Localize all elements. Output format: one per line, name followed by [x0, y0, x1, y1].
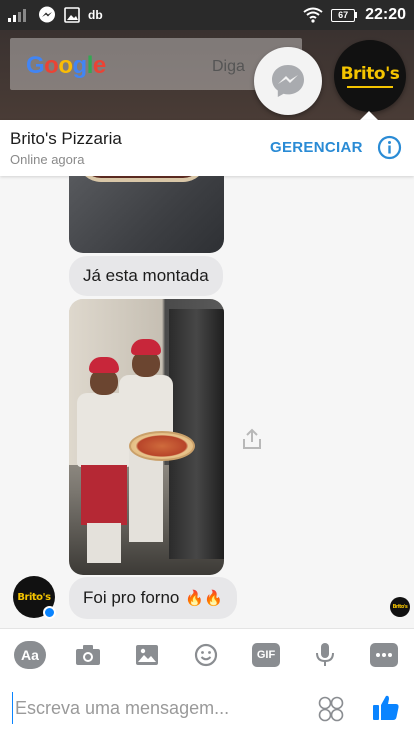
- manage-button[interactable]: GERENCIAR: [270, 139, 363, 156]
- camera-icon: [76, 645, 100, 665]
- camera-button[interactable]: [73, 641, 103, 669]
- message-photo-staff[interactable]: [69, 299, 224, 575]
- britos-logo: Brito's: [340, 64, 400, 84]
- gif-button[interactable]: GIF: [252, 643, 280, 667]
- status-bar: db 67 22:20: [0, 0, 414, 30]
- avatar-logo: Brito's: [17, 591, 51, 603]
- sticker-button[interactable]: [191, 641, 221, 669]
- seen-indicator-avatar: Brito's: [390, 597, 410, 617]
- contact-name[interactable]: Brito's Pizzaria: [10, 129, 122, 149]
- gallery-button[interactable]: [132, 641, 162, 669]
- more-options-button[interactable]: [370, 643, 398, 667]
- text-format-button[interactable]: Aa: [14, 641, 46, 669]
- message-input[interactable]: [12, 692, 302, 724]
- gallery-notification-icon: [64, 7, 80, 23]
- messenger-chat-head[interactable]: [254, 47, 322, 115]
- chat-header: Brito's Pizzaria Online agora GERENCIAR: [0, 120, 414, 176]
- search-hint: Diga: [212, 58, 245, 75]
- active-chat-pointer: [360, 111, 378, 120]
- thumbs-up-icon[interactable]: [371, 693, 401, 723]
- messenger-icon: [272, 65, 304, 97]
- composer-toolbar: Aa GIF: [0, 628, 414, 680]
- microphone-icon: [316, 643, 334, 666]
- emoji-picker-icon[interactable]: [318, 696, 344, 722]
- smiley-icon: [194, 643, 218, 667]
- wifi-icon: [303, 7, 323, 23]
- contact-status: Online agora: [10, 152, 85, 167]
- voice-button[interactable]: [310, 641, 340, 669]
- fire-emoji: 🔥🔥: [185, 590, 223, 607]
- message-bubble[interactable]: Foi pro forno 🔥🔥: [69, 577, 237, 619]
- google-logo: Google: [26, 52, 106, 79]
- messenger-notification-icon: [39, 6, 55, 23]
- signal-icon: [8, 9, 26, 22]
- image-icon: [136, 645, 158, 665]
- message-composer: [0, 680, 414, 736]
- data-usage-label: db: [88, 8, 103, 22]
- britos-chat-head[interactable]: Brito's: [334, 40, 406, 112]
- message-text: Foi pro forno: [83, 588, 180, 607]
- photo-pizza: [129, 431, 195, 461]
- more-dots-icon: [376, 653, 392, 657]
- conversation-thread[interactable]: Já esta montada Brito's Foi pro forno 🔥🔥…: [0, 176, 414, 628]
- share-icon[interactable]: [240, 427, 264, 451]
- clock: 22:20: [365, 6, 406, 23]
- message-bubble[interactable]: Já esta montada: [69, 256, 223, 296]
- seen-logo: Brito's: [392, 604, 408, 610]
- message-photo-pizza[interactable]: [69, 176, 224, 253]
- battery-icon: 67: [331, 8, 358, 22]
- messenger-badge-icon: [43, 606, 56, 619]
- battery-level: 67: [331, 8, 356, 22]
- info-icon[interactable]: [377, 135, 402, 160]
- message-text: Já esta montada: [83, 266, 209, 285]
